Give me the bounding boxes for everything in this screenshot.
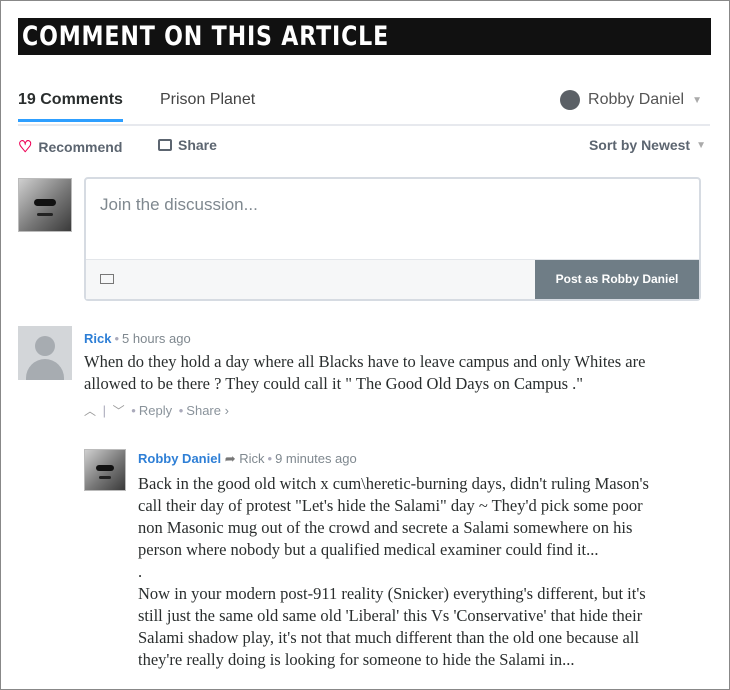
avatar[interactable] xyxy=(18,178,72,232)
recommend-label: Recommend xyxy=(38,139,123,155)
avatar[interactable] xyxy=(18,326,72,380)
post-button[interactable]: Post as Robby Daniel xyxy=(535,260,699,299)
chevron-down-icon: ▼ xyxy=(692,94,702,106)
recommend-button[interactable]: ♡ Recommend xyxy=(18,137,122,157)
share-button[interactable]: Share xyxy=(158,137,217,153)
composer-toolbar: Post as Robby Daniel xyxy=(86,259,699,299)
comment-composer[interactable]: Join the discussion... Post as Robby Dan… xyxy=(84,177,701,301)
comment-author[interactable]: Robby Daniel xyxy=(138,451,221,466)
comment-line: call their day of protest "Let's hide th… xyxy=(138,496,643,515)
comments-nav: 19 Comments Prison Planet Robby Daniel ▼ xyxy=(18,84,710,126)
user-avatar-icon xyxy=(560,90,581,110)
comment-text: Back in the good old witch x cum\heretic… xyxy=(138,473,708,671)
upvote-icon[interactable]: ︿ xyxy=(84,404,96,418)
comment-meta: Robby Daniel ➦ Rick • 9 minutes ago xyxy=(138,451,357,466)
comment-line: Now in your modern post-911 reality (Sni… xyxy=(138,584,646,603)
tab-comments[interactable]: 19 Comments xyxy=(18,91,123,122)
comment-author[interactable]: Rick xyxy=(84,331,111,346)
comment-line: Salami shadow play, it's not that much d… xyxy=(138,628,640,647)
comment-time[interactable]: 9 minutes ago xyxy=(275,451,357,466)
user-menu[interactable]: Robby Daniel ▼ xyxy=(560,90,702,110)
comment-text: When do they hold a day where all Blacks… xyxy=(84,351,714,395)
sort-dropdown[interactable]: Sort by Newest ▼ xyxy=(589,137,706,153)
user-photo xyxy=(19,179,71,231)
comment-line: they're really doing is looking for some… xyxy=(138,650,575,669)
reply-link[interactable]: Reply xyxy=(139,403,172,418)
comment-line: non Masonic mug out of the crowd and sec… xyxy=(138,518,633,537)
avatar[interactable] xyxy=(84,449,126,491)
heart-icon: ♡ xyxy=(18,139,33,156)
comment-meta: Rick • 5 hours ago xyxy=(84,331,191,346)
comment-input[interactable]: Join the discussion... xyxy=(100,195,258,215)
user-photo xyxy=(85,450,125,490)
comment-line: When do they hold a day where all Blacks… xyxy=(84,352,646,371)
reply-to-author[interactable]: Rick xyxy=(239,451,264,466)
default-avatar-icon xyxy=(35,336,55,356)
action-bar: ♡ Recommend Share Sort by Newest ▼ xyxy=(18,137,706,157)
tab-community[interactable]: Prison Planet xyxy=(160,91,255,109)
share-icon xyxy=(158,139,172,151)
comment-line: still just the same old same old 'Libera… xyxy=(138,606,643,625)
comment-line: Back in the good old witch x cum\heretic… xyxy=(138,474,649,493)
default-avatar-body xyxy=(26,359,64,380)
reply-arrow-icon: ➦ xyxy=(224,451,236,466)
share-label: Share xyxy=(178,137,217,153)
downvote-icon[interactable]: ﹀ xyxy=(113,404,125,418)
section-banner: COMMENT ON THIS ARTICLE xyxy=(18,18,711,55)
share-link[interactable]: Share › xyxy=(186,403,229,418)
comment-footer: ︿ | ﹀ • Reply • Share › xyxy=(84,403,229,418)
comment-line: . xyxy=(138,562,143,581)
sort-label: Sort by Newest xyxy=(588,137,691,153)
user-name: Robby Daniel xyxy=(588,91,685,108)
banner-title: COMMENT ON THIS ARTICLE xyxy=(22,21,390,52)
comment-time[interactable]: 5 hours ago xyxy=(122,331,191,346)
chevron-down-icon: ▼ xyxy=(696,139,706,151)
image-icon[interactable] xyxy=(100,274,114,284)
comment-line: allowed to be there ? They could call it… xyxy=(84,374,584,393)
comment-line: person where nobody but a qualified medi… xyxy=(138,540,599,559)
